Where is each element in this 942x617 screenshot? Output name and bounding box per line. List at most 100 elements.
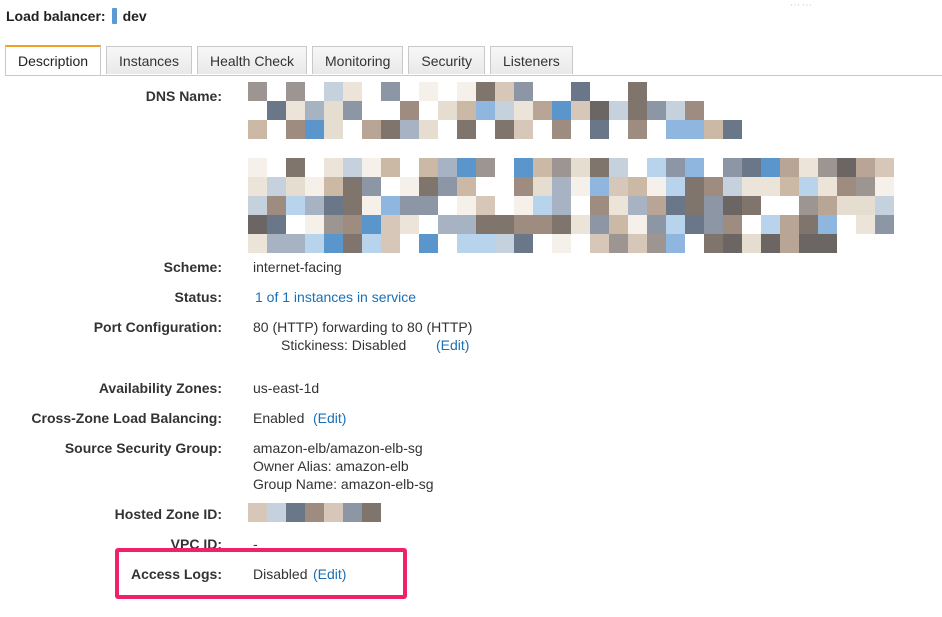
redaction-pixel xyxy=(457,101,476,120)
tab-divider xyxy=(5,75,942,76)
cross-zone-edit-link[interactable]: (Edit) xyxy=(313,409,346,427)
tab-security[interactable]: Security xyxy=(408,46,485,74)
redaction-pixel xyxy=(533,101,552,120)
hosted-zone-id-label: Hosted Zone ID: xyxy=(114,506,222,522)
redaction-pixel xyxy=(438,158,457,177)
redaction-pixel xyxy=(362,177,381,196)
redaction-pixel xyxy=(666,158,685,177)
redaction-pixel xyxy=(685,177,704,196)
redaction-pixel xyxy=(457,82,476,101)
redaction-pixel xyxy=(248,215,267,234)
redaction-pixel xyxy=(609,215,628,234)
redaction-pixel xyxy=(457,158,476,177)
redaction-pixel xyxy=(286,82,305,101)
redaction-pixel xyxy=(533,234,552,253)
redaction-pixel xyxy=(267,158,286,177)
redaction-pixel xyxy=(704,196,723,215)
redaction-pixel xyxy=(552,177,571,196)
redaction-pixel xyxy=(324,82,343,101)
redaction-pixel xyxy=(628,215,647,234)
redaction-pixel xyxy=(666,120,685,139)
redaction-pixel xyxy=(856,158,875,177)
redaction-pixel xyxy=(666,215,685,234)
redaction-pixel xyxy=(533,82,552,101)
redaction-pixel xyxy=(571,177,590,196)
redaction-pixel xyxy=(590,177,609,196)
redaction-pixel xyxy=(495,196,514,215)
status-instances-link[interactable]: 1 of 1 instances in service xyxy=(255,288,416,306)
redaction-pixel xyxy=(514,234,533,253)
redaction-pixel xyxy=(419,234,438,253)
dns-name-redacted-pixelation-block xyxy=(248,158,894,253)
redaction-pixel xyxy=(704,120,723,139)
redaction-pixel xyxy=(514,158,533,177)
redaction-pixel xyxy=(514,120,533,139)
redaction-pixel xyxy=(723,177,742,196)
redaction-pixel xyxy=(818,177,837,196)
redaction-pixel xyxy=(628,120,647,139)
redaction-pixel xyxy=(704,215,723,234)
tab-health-check[interactable]: Health Check xyxy=(196,46,308,74)
redaction-pixel xyxy=(267,503,286,522)
redaction-pixel xyxy=(818,158,837,177)
redaction-pixel xyxy=(343,158,362,177)
redaction-pixel xyxy=(267,196,286,215)
tab-description[interactable]: Description xyxy=(5,45,102,75)
redaction-pixel xyxy=(248,101,267,120)
redaction-pixel xyxy=(723,196,742,215)
redaction-pixel xyxy=(856,196,875,215)
redaction-pixel xyxy=(343,196,362,215)
tab-bar: Description Instances Health Check Monit… xyxy=(5,45,578,75)
redaction-pixel xyxy=(609,177,628,196)
redaction-pixel xyxy=(780,215,799,234)
redaction-pixel xyxy=(324,196,343,215)
redaction-pixel xyxy=(837,177,856,196)
tab-instances[interactable]: Instances xyxy=(106,46,192,74)
redaction-pixel xyxy=(742,177,761,196)
redaction-pixel xyxy=(609,82,628,101)
resize-grip-icon[interactable]: ⋯⋯ xyxy=(790,0,814,11)
redaction-pixel xyxy=(590,196,609,215)
redaction-pixel xyxy=(647,215,666,234)
redaction-pixel xyxy=(818,215,837,234)
redaction-pixel xyxy=(571,82,590,101)
dns-name-row: DNS Name: xyxy=(0,87,222,105)
redaction-pixel xyxy=(666,101,685,120)
redaction-pixel xyxy=(248,503,267,522)
port-configuration-label: Port Configuration: xyxy=(93,319,222,335)
redaction-pixel xyxy=(419,82,438,101)
redaction-pixel xyxy=(438,234,457,253)
redaction-pixel xyxy=(438,215,457,234)
redaction-pixel xyxy=(647,82,666,101)
redaction-pixel xyxy=(875,215,894,234)
redaction-pixel xyxy=(628,158,647,177)
redaction-pixel xyxy=(685,215,704,234)
redaction-pixel xyxy=(875,196,894,215)
redaction-pixel xyxy=(647,234,666,253)
redaction-pixel xyxy=(476,120,495,139)
redaction-pixel xyxy=(609,101,628,120)
redaction-pixel xyxy=(723,82,742,101)
tab-listeners[interactable]: Listeners xyxy=(489,46,573,74)
redaction-pixel xyxy=(799,215,818,234)
redaction-pixel xyxy=(400,120,419,139)
tab-monitoring[interactable]: Monitoring xyxy=(312,46,404,74)
redaction-pixel xyxy=(856,215,875,234)
stickiness-edit-link[interactable]: (Edit) xyxy=(436,336,469,354)
redaction-pixel xyxy=(761,196,780,215)
redaction-pixel xyxy=(628,101,647,120)
redaction-pixel xyxy=(381,158,400,177)
redaction-pixel xyxy=(305,234,324,253)
redaction-pixel xyxy=(305,158,324,177)
redaction-pixel xyxy=(723,234,742,253)
redaction-pixel xyxy=(362,503,381,522)
page-title-label: Load balancer: xyxy=(6,8,106,24)
redaction-pixel xyxy=(609,158,628,177)
redaction-pixel xyxy=(248,120,267,139)
redaction-pixel xyxy=(761,234,780,253)
redaction-pixel xyxy=(419,101,438,120)
redaction-pixel xyxy=(856,234,875,253)
redaction-pixel xyxy=(571,234,590,253)
redaction-pixel xyxy=(305,215,324,234)
redaction-pixel xyxy=(324,158,343,177)
